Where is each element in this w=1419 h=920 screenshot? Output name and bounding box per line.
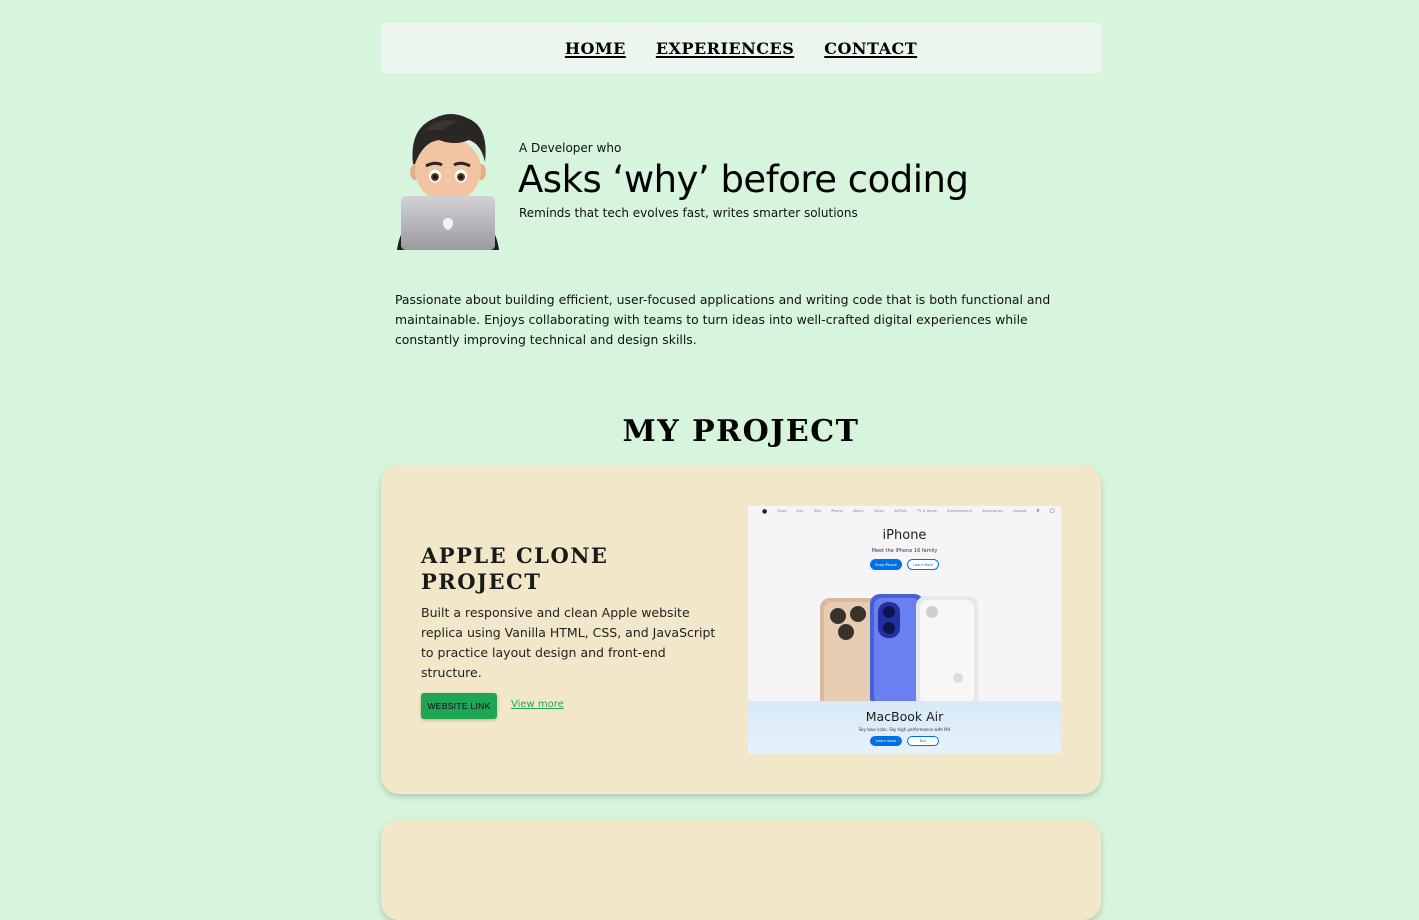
screenshot-nav-item: Store	[777, 509, 787, 513]
project-card-next	[381, 820, 1101, 920]
screenshot-iphone-title: iPhone	[882, 528, 927, 543]
hero-subtitle: Reminds that tech evolves fast, writes s…	[519, 206, 858, 220]
screenshot-nav-item: iPad	[813, 509, 821, 513]
screenshot-nav-item: Watch	[852, 509, 864, 513]
hero-title: Asks ‘why’ before coding	[518, 158, 969, 201]
project-card: APPLE CLONE PROJECT Built a responsive a…	[381, 465, 1101, 794]
view-more-link[interactable]: View more	[511, 699, 564, 710]
screenshot-macbook-buttons: Learn more Buy	[748, 736, 1061, 746]
avatar	[397, 114, 499, 250]
projects-section-title: MY PROJECT	[622, 414, 860, 449]
screenshot-macbook-subtitle: Sky blue color. Sky high performance wit…	[858, 727, 951, 732]
nav-contact-link[interactable]: CONTACT	[824, 39, 917, 58]
iphone-image	[820, 594, 978, 702]
screenshot-nav-item: Support	[1012, 509, 1027, 513]
top-nav: HOME EXPERIENCES CONTACT	[381, 23, 1101, 73]
screenshot-macbook-buy-button: Buy	[907, 736, 939, 746]
screenshot-nav-item: Accessories	[982, 509, 1003, 513]
screenshot-nav-item: Mac	[796, 509, 804, 513]
screenshot-shop-button: Shop iPhone	[870, 559, 902, 570]
screenshot-nav-item: TV & Home	[917, 509, 937, 513]
screenshot-iphone-buttons: Shop iPhone Learn More	[748, 559, 1061, 570]
project-screenshot[interactable]: ● Store Mac iPad iPhone Watch Vision Air…	[748, 506, 1061, 754]
screenshot-nav-item: iPhone	[830, 509, 843, 513]
project-description: Built a responsive and clean Apple websi…	[421, 605, 716, 680]
screenshot-nav-item: AirPods	[894, 509, 908, 513]
screenshot-nav-item: Entertainment	[946, 509, 973, 513]
bag-icon: ▢	[1049, 508, 1055, 514]
screenshot-learn-button: Learn More	[907, 559, 939, 570]
nav-home-link[interactable]: HOME	[565, 39, 626, 58]
website-link-button[interactable]: WEBSITE LINK	[421, 693, 497, 719]
screenshot-iphone-subtitle: Meet the iPhone 16 family	[871, 548, 938, 554]
apple-logo-icon: ●	[762, 507, 768, 515]
screenshot-nav: ● Store Mac iPad iPhone Watch Vision Air…	[748, 506, 1061, 516]
project-title: APPLE CLONE PROJECT	[421, 543, 609, 594]
search-icon: ⌕	[1036, 507, 1040, 514]
screenshot-macbook-title: MacBook Air	[865, 709, 944, 724]
nav-experiences-link[interactable]: EXPERIENCES	[656, 39, 794, 58]
screenshot-macbook-section: MacBook Air Sky blue color. Sky high per…	[748, 701, 1061, 754]
about-text: Passionate about building efficient, use…	[395, 292, 1051, 347]
screenshot-nav-item: Vision	[873, 509, 885, 513]
screenshot-macbook-learn-button: Learn more	[870, 736, 902, 746]
hero-intro: A Developer who	[519, 141, 622, 155]
